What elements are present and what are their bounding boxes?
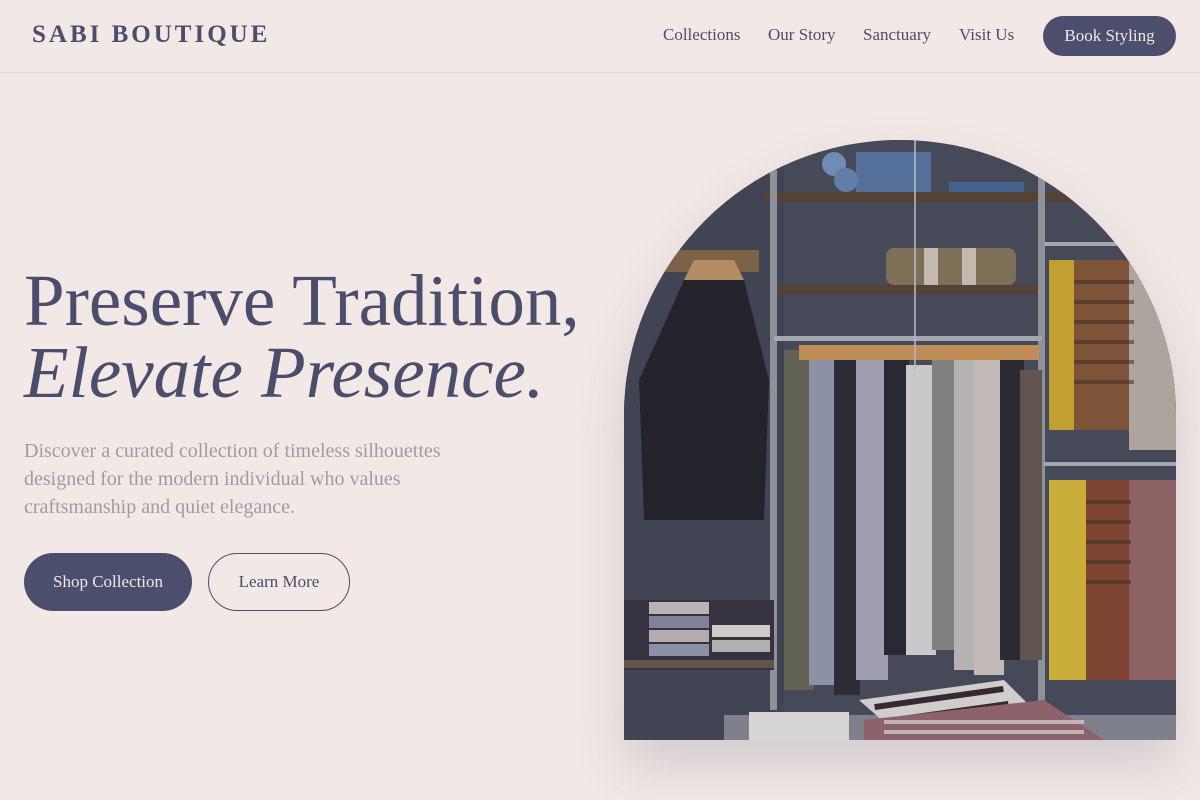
- shop-collection-button[interactable]: Shop Collection: [24, 553, 192, 611]
- book-styling-button[interactable]: Book Styling: [1043, 16, 1176, 56]
- site-header: SABI BOUTIQUE Collections Our Story Sanc…: [0, 0, 1200, 73]
- hero-description: Discover a curated collection of timeles…: [24, 440, 441, 518]
- nav-link-collections[interactable]: Collections: [663, 25, 740, 45]
- learn-more-button[interactable]: Learn More: [208, 553, 350, 611]
- brand-logo[interactable]: SABI BOUTIQUE: [32, 21, 270, 49]
- hero-title-line-2: Elevate Presence.: [24, 332, 545, 413]
- nav-link-sanctuary[interactable]: Sanctuary: [863, 25, 931, 45]
- nav-link-our-story[interactable]: Our Story: [768, 25, 836, 45]
- boutique-rack-illustration: [624, 140, 1176, 740]
- hero-title: Preserve Tradition, Elevate Presence.: [24, 260, 604, 413]
- hero-title-line-1: Preserve Tradition,: [24, 260, 580, 341]
- nav-link-visit-us[interactable]: Visit Us: [959, 25, 1014, 45]
- hero-boutique-image: [624, 140, 1176, 740]
